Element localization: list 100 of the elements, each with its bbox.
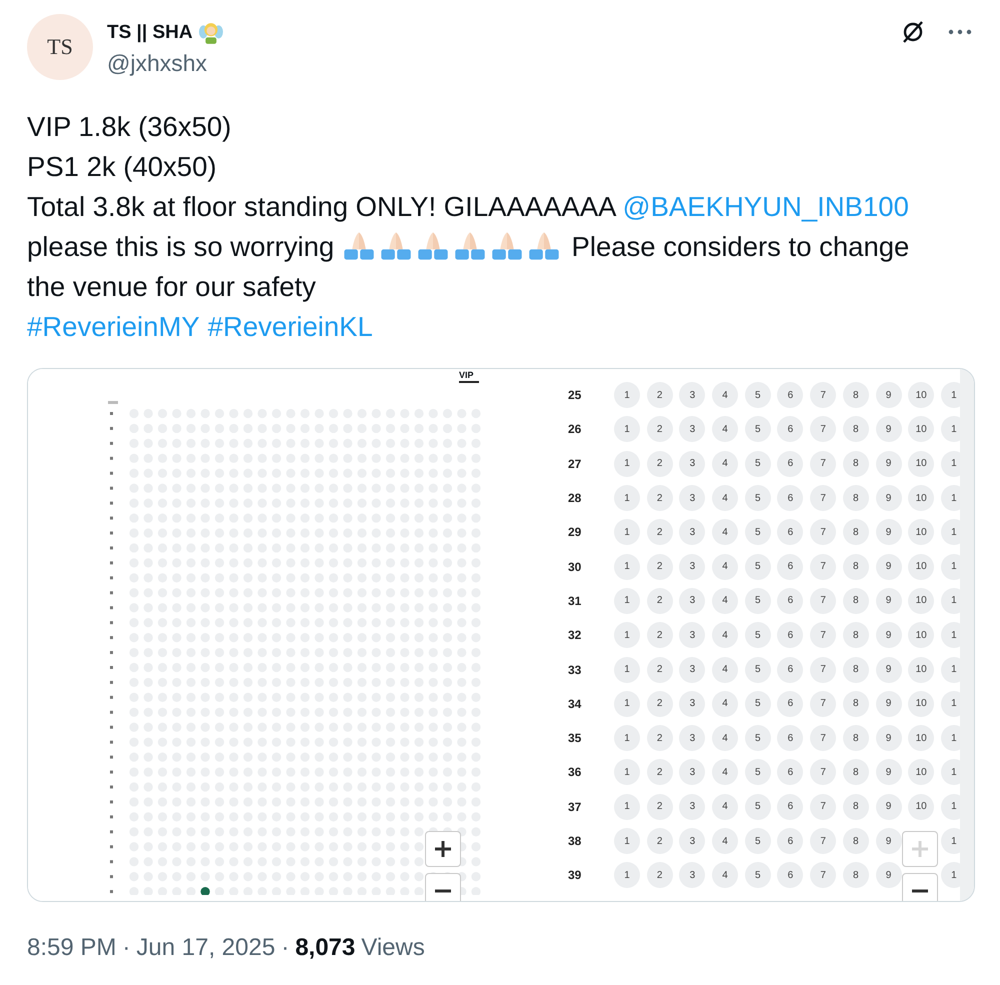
seat[interactable]: 6 — [777, 794, 804, 820]
seat[interactable]: 3 — [679, 622, 706, 648]
seat[interactable]: 7 — [810, 450, 836, 477]
seat[interactable]: 5 — [744, 759, 771, 786]
seat[interactable]: 9 — [876, 759, 902, 786]
seat[interactable]: 9 — [876, 485, 902, 512]
seat[interactable]: 1 — [940, 759, 960, 786]
seat[interactable]: 10 — [908, 759, 934, 786]
seat[interactable]: 1 — [614, 622, 640, 648]
seat[interactable]: 3 — [679, 588, 706, 614]
seat[interactable]: 6 — [777, 450, 804, 477]
seat[interactable]: 6 — [777, 690, 804, 717]
seat[interactable]: 7 — [810, 794, 836, 820]
avatar[interactable]: TS — [27, 14, 93, 80]
seat[interactable]: 4 — [712, 554, 738, 580]
seat[interactable]: 4 — [712, 382, 738, 408]
seat[interactable]: 2 — [646, 485, 673, 512]
seat[interactable]: 2 — [646, 519, 673, 546]
seat[interactable]: 9 — [876, 519, 902, 546]
seat[interactable]: 6 — [777, 588, 804, 614]
seat[interactable]: 5 — [744, 725, 771, 752]
seat[interactable]: 8 — [842, 759, 869, 786]
seat[interactable]: 3 — [679, 656, 706, 683]
seat[interactable]: 2 — [646, 725, 673, 752]
seat[interactable]: 3 — [679, 382, 706, 408]
seat[interactable]: 1 — [940, 485, 960, 512]
seat[interactable]: 6 — [777, 382, 804, 408]
seat[interactable]: 8 — [842, 382, 869, 408]
seat[interactable]: 1 — [614, 725, 640, 752]
seat[interactable]: 5 — [744, 656, 771, 683]
seat[interactable]: 1 — [940, 622, 960, 648]
seat[interactable]: 1 — [940, 656, 960, 683]
seat[interactable]: 4 — [712, 725, 738, 752]
seat[interactable]: 1 — [940, 794, 960, 820]
seat[interactable]: 1 — [940, 690, 960, 717]
seat[interactable]: 1 — [614, 828, 640, 854]
seat[interactable]: 3 — [679, 828, 706, 854]
seat[interactable]: 1 — [940, 862, 960, 888]
seat[interactable]: 6 — [777, 485, 804, 512]
seat[interactable]: 7 — [810, 382, 836, 408]
seat[interactable]: 6 — [777, 828, 804, 854]
seat[interactable]: 10 — [908, 450, 934, 477]
seat[interactable]: 4 — [712, 828, 738, 854]
seat[interactable]: 2 — [646, 656, 673, 683]
seat[interactable]: 10 — [908, 519, 934, 546]
seat[interactable]: 9 — [876, 794, 902, 820]
seat[interactable]: 10 — [908, 382, 934, 408]
seat[interactable]: 8 — [842, 622, 869, 648]
seat[interactable]: 8 — [842, 588, 869, 614]
seat[interactable]: 1 — [614, 794, 640, 820]
seat[interactable]: 7 — [810, 862, 836, 888]
display-name[interactable]: TS || SHA — [107, 22, 193, 44]
seat[interactable]: 2 — [646, 862, 673, 888]
seat[interactable]: 1 — [614, 759, 640, 786]
seat[interactable]: 4 — [712, 759, 738, 786]
seat[interactable]: 9 — [876, 588, 902, 614]
seat[interactable]: 4 — [712, 690, 738, 717]
seat[interactable]: 1 — [614, 588, 640, 614]
seat[interactable]: 1 — [940, 450, 960, 477]
seat[interactable]: 3 — [679, 690, 706, 717]
seat[interactable]: 3 — [679, 794, 706, 820]
seat[interactable]: 8 — [842, 862, 869, 888]
seat[interactable]: 10 — [908, 656, 934, 683]
seat[interactable]: 9 — [876, 554, 902, 580]
user-handle[interactable]: @jxhxshx — [107, 50, 223, 77]
seat[interactable]: 9 — [876, 622, 902, 648]
seat[interactable]: 5 — [744, 519, 771, 546]
zoom-out-button[interactable] — [902, 873, 938, 901]
seat[interactable]: 9 — [876, 828, 902, 854]
zoom-in-button[interactable] — [425, 831, 461, 867]
seat[interactable]: 4 — [712, 485, 738, 512]
seat[interactable]: 9 — [876, 656, 902, 683]
seat[interactable]: 7 — [810, 588, 836, 614]
seat[interactable]: 1 — [940, 416, 960, 442]
seat[interactable]: 3 — [679, 416, 706, 442]
seat[interactable]: 6 — [777, 862, 804, 888]
seat[interactable]: 1 — [614, 519, 640, 546]
seat[interactable]: 1 — [940, 828, 960, 854]
seat[interactable]: 7 — [810, 485, 836, 512]
seat[interactable]: 5 — [744, 828, 771, 854]
seat[interactable]: 4 — [712, 416, 738, 442]
seat[interactable]: 4 — [712, 519, 738, 546]
seat[interactable]: 7 — [810, 519, 836, 546]
seat[interactable]: 5 — [744, 485, 771, 512]
seat[interactable]: 1 — [614, 450, 640, 477]
seat[interactable]: 10 — [908, 588, 934, 614]
more-icon[interactable] — [948, 28, 972, 36]
seat[interactable]: 5 — [744, 554, 771, 580]
seat[interactable]: 4 — [712, 622, 738, 648]
seat[interactable]: 10 — [908, 554, 934, 580]
seat[interactable]: 3 — [679, 725, 706, 752]
seat[interactable]: 10 — [908, 416, 934, 442]
seat[interactable]: 8 — [842, 794, 869, 820]
seat[interactable]: 7 — [810, 554, 836, 580]
seat[interactable]: 7 — [810, 690, 836, 717]
seat[interactable]: 2 — [646, 622, 673, 648]
seat[interactable]: 9 — [876, 416, 902, 442]
zoom-out-button[interactable] — [425, 873, 461, 901]
seat[interactable]: 6 — [777, 519, 804, 546]
seat[interactable]: 1 — [940, 725, 960, 752]
